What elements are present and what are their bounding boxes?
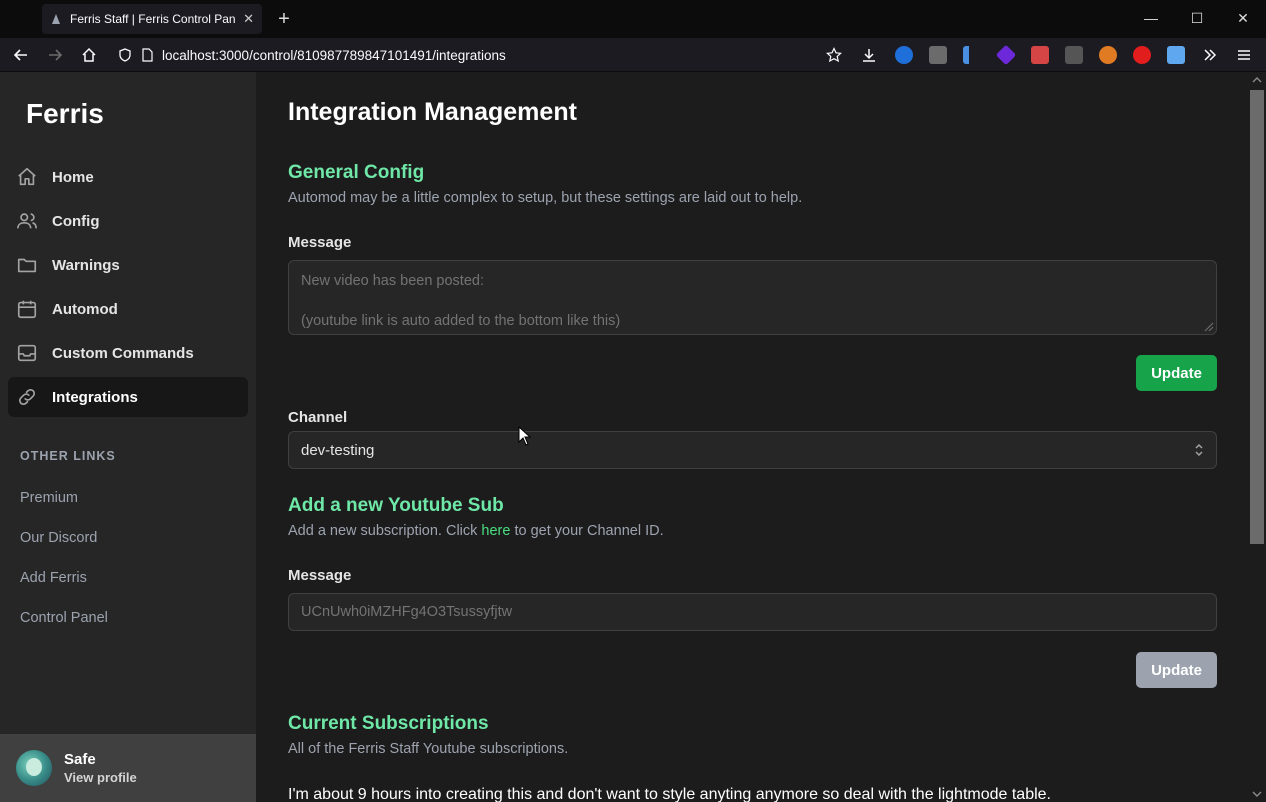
- channel-id-help-link[interactable]: here: [481, 523, 510, 539]
- home-icon: [18, 167, 36, 186]
- current-subscriptions-description: All of the Ferris Staff Youtube subscrip…: [288, 741, 569, 757]
- browser-nav-bar: localhost:3000/control/81098778984710149…: [0, 38, 1266, 72]
- developer-note: I'm about 9 hours into creating this and…: [288, 786, 1051, 802]
- add-sub-desc-text-end: to get your Channel ID.: [510, 523, 664, 539]
- sidebar-item-warnings[interactable]: Warnings: [8, 245, 248, 285]
- shield-icon: [119, 48, 131, 62]
- minimize-icon[interactable]: —: [1128, 0, 1174, 36]
- hamburger-menu-icon[interactable]: [1231, 42, 1257, 68]
- mouse-cursor-icon: [518, 426, 532, 446]
- channel-id-input[interactable]: UCnUwh0iMZHFg4O3Tsussyfjtw: [288, 593, 1217, 631]
- sidebar-item-automod[interactable]: Automod: [8, 289, 248, 329]
- select-arrows-icon: [1195, 443, 1203, 457]
- scroll-up-icon[interactable]: [1252, 76, 1262, 84]
- update-message-button[interactable]: Update: [1136, 355, 1217, 391]
- sidebar-item-custom-commands[interactable]: Custom Commands: [8, 333, 248, 373]
- textarea-placeholder-line1: New video has been posted:: [301, 273, 484, 289]
- message-label: Message: [288, 234, 352, 251]
- link-add-ferris[interactable]: Add Ferris: [20, 570, 87, 586]
- sidebar-item-integrations[interactable]: Integrations: [8, 377, 248, 417]
- browser-tab-bar: Ferris Staff | Ferris Control Panel ✕ + …: [0, 0, 1266, 38]
- sidebar-item-config[interactable]: Config: [8, 201, 248, 241]
- sidebar: Ferris Home Config Warnings Automod Cust…: [0, 72, 256, 802]
- channel-id-placeholder: UCnUwh0iMZHFg4O3Tsussyfjtw: [301, 604, 513, 620]
- sidebar-item-label: Warnings: [52, 256, 120, 274]
- orange-extension-icon[interactable]: [1099, 46, 1117, 64]
- message-textarea[interactable]: New video has been posted: (youtube link…: [288, 260, 1217, 335]
- download-icon[interactable]: [856, 42, 882, 68]
- sidebar-item-label: Integrations: [52, 388, 138, 406]
- window-close-icon[interactable]: ✕: [1220, 0, 1266, 36]
- channel-selected-value: dev-testing: [301, 441, 375, 459]
- link-premium[interactable]: Premium: [20, 490, 78, 506]
- tab-title: Ferris Staff | Ferris Control Panel: [70, 12, 236, 26]
- general-config-description: Automod may be a little complex to setup…: [288, 190, 803, 206]
- maximize-icon[interactable]: ☐: [1174, 0, 1220, 36]
- home-browser-icon[interactable]: [76, 42, 102, 68]
- users-icon: [17, 213, 37, 229]
- current-subscriptions-heading: Current Subscriptions: [288, 713, 489, 734]
- add-sub-desc-text: Add a new subscription. Click: [288, 523, 482, 539]
- other-links-heading: OTHER LINKS: [20, 449, 116, 463]
- ublock-extension-icon[interactable]: [929, 46, 947, 64]
- red-extension-icon[interactable]: [1031, 46, 1049, 64]
- main-content: Integration Management General Config Au…: [256, 72, 1248, 802]
- general-config-heading: General Config: [288, 162, 425, 183]
- textarea-placeholder-line2: (youtube link is auto added to the botto…: [301, 313, 621, 329]
- more-tools-icon[interactable]: [1197, 42, 1223, 68]
- page-icon: [142, 48, 153, 62]
- sidebar-item-label: Home: [52, 168, 94, 186]
- add-sub-description: Add a new subscription. Click here to ge…: [288, 523, 664, 539]
- inbox-icon: [17, 344, 37, 362]
- sidebar-item-home[interactable]: Home: [8, 157, 248, 197]
- calendar-icon: [17, 300, 37, 319]
- url-text: localhost:3000/control/81098778984710149…: [162, 47, 506, 63]
- link-our-discord[interactable]: Our Discord: [20, 530, 97, 546]
- sidebar-item-label: Config: [52, 212, 100, 230]
- link-icon: [18, 388, 36, 406]
- channel-label: Channel: [288, 409, 348, 426]
- page-title: Integration Management: [288, 98, 577, 126]
- profile-name: Safe: [64, 751, 96, 768]
- address-bar[interactable]: localhost:3000/control/81098778984710149…: [110, 41, 850, 69]
- profile-card[interactable]: Safe View profile: [0, 734, 256, 802]
- link-control-panel[interactable]: Control Panel: [20, 610, 108, 626]
- sidebar-item-label: Custom Commands: [52, 344, 194, 362]
- scrollbar-thumb[interactable]: [1250, 90, 1264, 544]
- new-tab-icon[interactable]: +: [274, 6, 294, 32]
- back-icon[interactable]: [8, 42, 34, 68]
- close-tab-icon[interactable]: ✕: [243, 11, 254, 27]
- password-manager-extension-icon[interactable]: [895, 46, 913, 64]
- sub-message-label: Message: [288, 567, 352, 584]
- channel-select[interactable]: dev-testing: [288, 431, 1217, 469]
- diamond-extension-icon[interactable]: [995, 44, 1017, 66]
- forward-icon[interactable]: [42, 42, 68, 68]
- document-extension-icon[interactable]: [1167, 46, 1185, 64]
- ferris-favicon-icon: [52, 14, 60, 24]
- add-youtube-sub-heading: Add a new Youtube Sub: [288, 495, 504, 516]
- scroll-down-icon[interactable]: [1252, 790, 1262, 798]
- sidebar-item-label: Automod: [52, 300, 118, 318]
- browser-tab[interactable]: Ferris Staff | Ferris Control Panel ✕: [42, 4, 262, 34]
- bookmark-star-icon[interactable]: [821, 42, 847, 68]
- folder-icon: [17, 258, 37, 273]
- avatar: [16, 750, 52, 786]
- arrow-extension-icon[interactable]: [963, 46, 981, 64]
- brand-logo[interactable]: Ferris: [26, 98, 104, 130]
- camera-extension-icon[interactable]: [1065, 46, 1083, 64]
- resize-handle-icon[interactable]: [1204, 322, 1214, 332]
- update-subscription-button[interactable]: Update: [1136, 652, 1217, 688]
- youtube-extension-icon[interactable]: [1133, 46, 1151, 64]
- view-profile-link[interactable]: View profile: [64, 770, 137, 785]
